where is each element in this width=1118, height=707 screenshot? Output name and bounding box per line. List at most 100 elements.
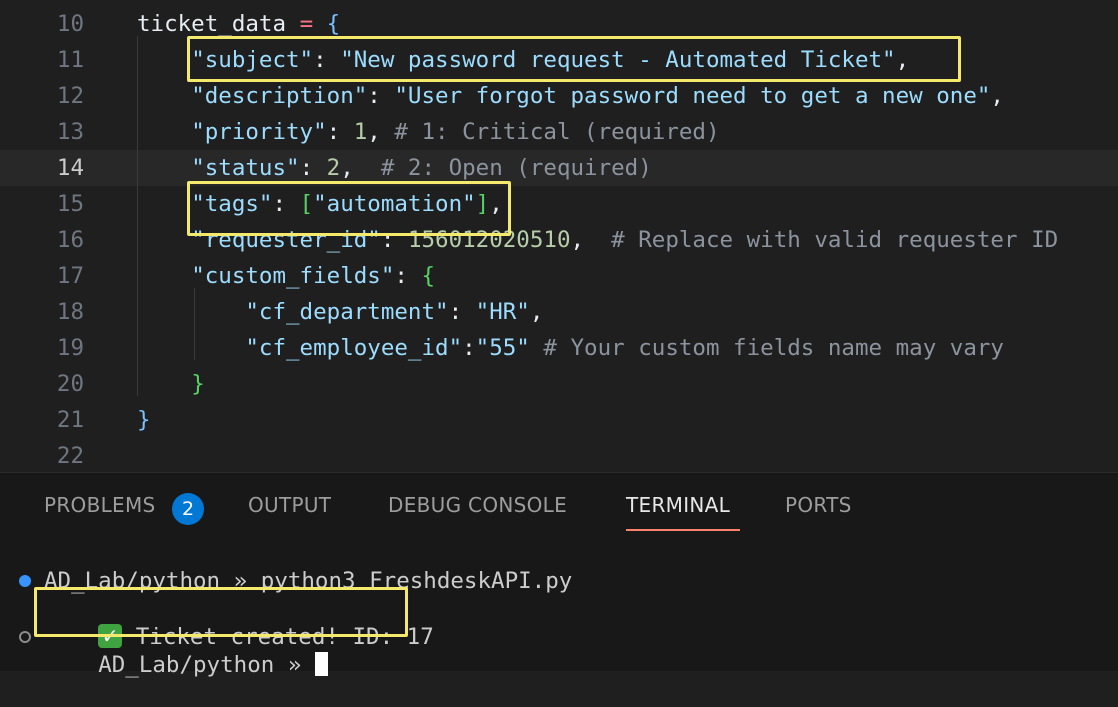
code-line[interactable]: 13 "priority": 1, # 1: Critical (require… [0, 114, 1118, 150]
line-number: 13 [56, 119, 84, 145]
code-text: "cf_employee_id":"55" # Your custom fiel… [137, 330, 1004, 366]
indent-guide [137, 36, 138, 396]
code-token: "requester_id" [191, 227, 381, 253]
code-line[interactable]: 10 ticket_data = { [0, 6, 1118, 42]
code-token: ] [475, 191, 490, 217]
bottom-panel: PROBLEMS 2 OUTPUT DEBUG CONSOLE TERMINAL… [0, 472, 1118, 678]
line-number: 11 [56, 47, 84, 73]
tab-ports[interactable]: PORTS [785, 493, 852, 517]
code-token: = [299, 11, 314, 37]
code-token: { [326, 11, 341, 37]
code-line[interactable]: 16 "requester_id": 156012020510, # Repla… [0, 222, 1118, 258]
code-token: # Replace with valid requester ID [611, 227, 1059, 253]
tab-output[interactable]: OUTPUT [248, 493, 331, 517]
code-token: "tags" [191, 191, 273, 217]
command-pending-dot-icon[interactable] [19, 631, 31, 643]
line-number: 12 [56, 83, 84, 109]
code-line[interactable]: 11 "subject": "New password request - Au… [0, 42, 1118, 78]
code-token: "cf_department" [245, 299, 449, 325]
code-token: "55" [475, 335, 530, 361]
code-line[interactable]: 22 [0, 438, 1118, 472]
code-token: 2 [326, 155, 341, 181]
code-token: , [895, 47, 910, 73]
code-token: : [326, 119, 354, 145]
code-token: , [340, 155, 381, 181]
code-token: : [299, 155, 327, 181]
code-token: "HR" [475, 299, 530, 325]
code-text: "subject": "New password request - Autom… [137, 42, 909, 78]
terminal-cursor [314, 651, 328, 676]
code-token: # 2: Open (required) [380, 155, 652, 181]
code-token: , [990, 83, 1004, 109]
line-number: 17 [56, 263, 84, 289]
line-number: 10 [56, 11, 84, 37]
code-token: "subject" [191, 47, 314, 73]
code-text: "cf_department": "HR", [137, 294, 543, 330]
code-text: "status": 2, # 2: Open (required) [137, 150, 652, 186]
code-token: "priority" [191, 119, 327, 145]
code-text: "tags": ["automation"], [137, 186, 503, 222]
line-number: 16 [56, 227, 84, 253]
code-token: "description" [191, 83, 368, 109]
code-token: , [367, 119, 395, 145]
code-text: ticket_data = { [137, 6, 340, 42]
tab-debug-console[interactable]: DEBUG CONSOLE [388, 493, 567, 517]
code-line[interactable]: 19 "cf_employee_id":"55" # Your custom f… [0, 330, 1118, 366]
code-token: { [421, 263, 436, 289]
code-token: : [313, 47, 341, 73]
tab-terminal[interactable]: TERMINAL [626, 493, 730, 517]
code-token: } [137, 407, 151, 433]
code-token: "New password request - Automated Ticket… [340, 47, 896, 73]
code-token: 156012020510 [407, 227, 571, 253]
code-line[interactable]: 21} [0, 402, 1118, 438]
code-token: : [448, 299, 476, 325]
code-token: , [489, 191, 503, 217]
code-line[interactable]: 17 "custom_fields": { [0, 258, 1118, 294]
command-success-dot-icon[interactable] [19, 575, 31, 587]
line-number: 20 [56, 371, 84, 397]
line-number: 22 [56, 443, 84, 469]
terminal-prompt-line[interactable]: AD_Lab/python » [44, 623, 328, 707]
code-line[interactable]: 12 "description": "User forgot password … [0, 78, 1118, 114]
code-line[interactable]: 20 } [0, 366, 1118, 402]
code-token: , [529, 299, 544, 325]
code-token: # 1: Critical (required) [394, 119, 720, 145]
code-token: : [462, 335, 476, 361]
line-number: 18 [56, 299, 84, 325]
panel-tabs: PROBLEMS 2 OUTPUT DEBUG CONSOLE TERMINAL… [0, 473, 1118, 545]
code-token: "cf_employee_id" [245, 335, 463, 361]
code-line[interactable]: 14 "status": 2, # 2: Open (required) [0, 150, 1118, 186]
code-token: : [394, 263, 422, 289]
code-text: "description": "User forgot password nee… [137, 78, 1004, 114]
code-token: : [380, 227, 408, 253]
code-token: } [191, 371, 205, 397]
line-number: 19 [56, 335, 84, 361]
code-token: 1 [353, 119, 368, 145]
code-token: ticket_data [137, 11, 300, 37]
code-token: "custom_fields" [191, 263, 395, 289]
code-token: , [570, 227, 612, 253]
line-number: 21 [56, 407, 84, 433]
code-text: "priority": 1, # 1: Critical (required) [137, 114, 720, 150]
code-text: "requester_id": 156012020510, # Replace … [137, 222, 1058, 258]
code-editor[interactable]: 22 21} 20 } 19 "cf_employee_id":"55" # Your… [0, 0, 1118, 472]
code-line[interactable]: 18 "cf_department": "HR", [0, 294, 1118, 330]
code-token: "automation" [313, 191, 476, 217]
code-line[interactable]: 15 "tags": ["automation"], [0, 186, 1118, 222]
code-text: "custom_fields": { [137, 258, 435, 294]
code-token: [ [299, 191, 314, 217]
terminal-command-line: AD_Lab/python » python3 FreshdeskAPI.py [44, 568, 573, 594]
terminal-prompt: AD_Lab/python » [98, 652, 315, 678]
code-token: # Your custom fields name may vary [543, 335, 1004, 361]
tab-problems[interactable]: PROBLEMS [44, 493, 156, 517]
code-token: "User forgot password need to get a new … [394, 83, 991, 109]
code-text: } [137, 366, 205, 402]
